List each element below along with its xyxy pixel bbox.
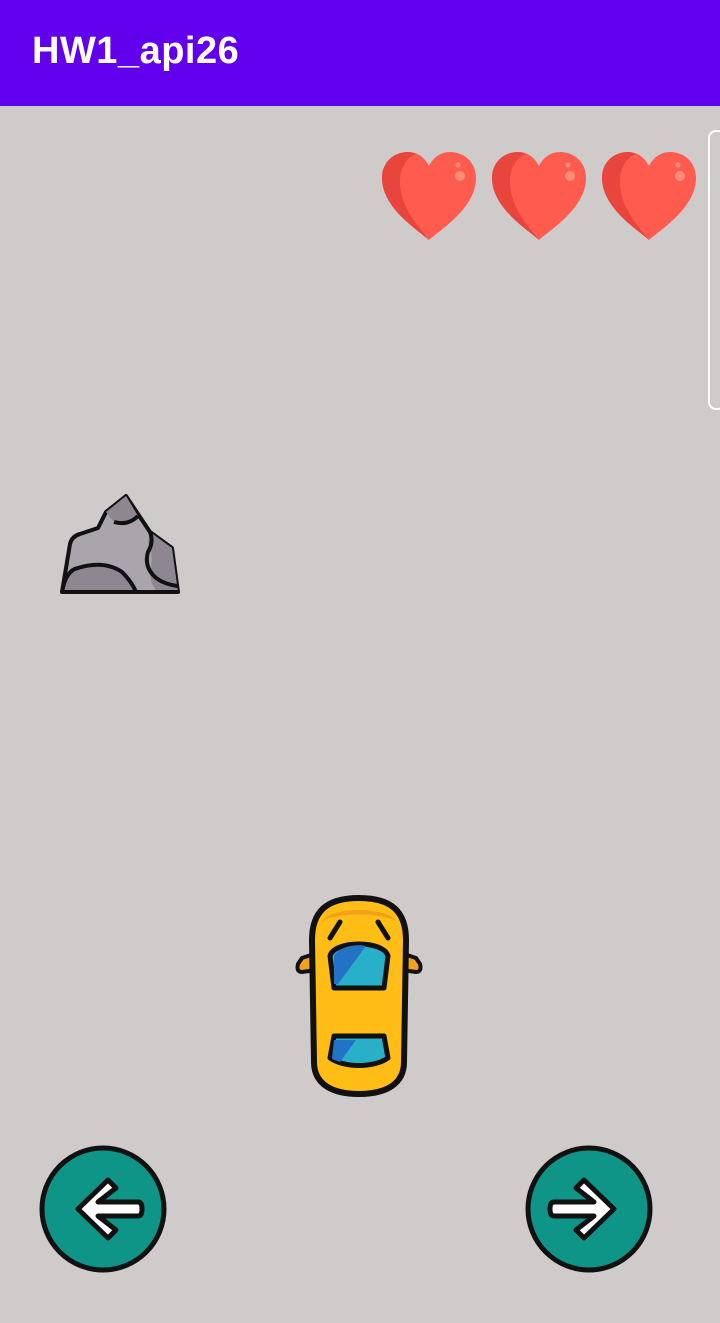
move-left-button[interactable] xyxy=(38,1144,168,1274)
lives-indicator xyxy=(378,148,702,244)
rock-icon xyxy=(58,492,182,596)
app-title: HW1_api26 xyxy=(32,30,240,72)
arrow-right-icon xyxy=(525,1145,653,1273)
arrow-left-icon xyxy=(39,1145,167,1273)
car-icon xyxy=(294,892,424,1098)
heart-icon xyxy=(598,148,700,244)
game-area xyxy=(0,106,720,1323)
scroll-indicator xyxy=(708,130,720,410)
heart-icon xyxy=(488,148,590,244)
app-bar: HW1_api26 xyxy=(0,0,720,106)
move-right-button[interactable] xyxy=(524,1144,654,1274)
heart-icon xyxy=(378,148,480,244)
